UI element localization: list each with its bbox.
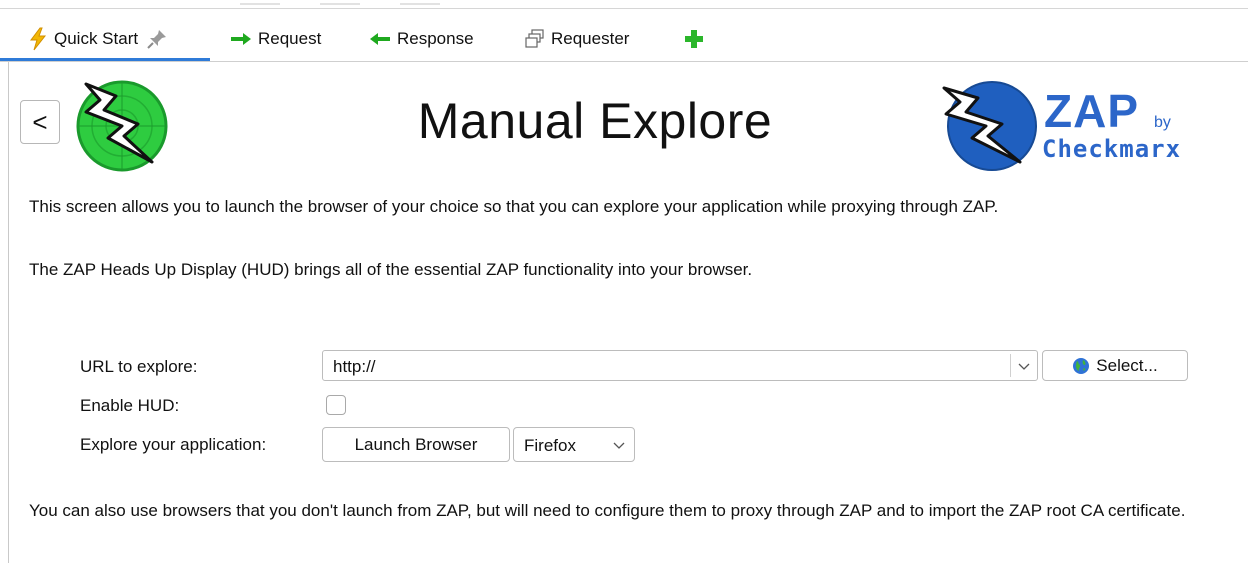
add-tab-button[interactable] (684, 18, 710, 60)
lightning-icon (28, 27, 48, 51)
tab-label: Requester (551, 29, 630, 48)
tab-requester[interactable]: Requester (525, 18, 629, 60)
top-separator (400, 3, 440, 5)
windows-icon (525, 29, 545, 49)
brand-by: by (1154, 114, 1171, 131)
tab-label: Quick Start (54, 29, 139, 48)
panel-border (8, 62, 9, 563)
browser-value: Firefox (524, 436, 576, 455)
top-separator (240, 3, 280, 5)
tab-bar-divider (0, 61, 1248, 62)
tab-label: Request (258, 29, 322, 48)
footer-text: You can also use browsers that you don't… (29, 501, 1186, 520)
select-url-button[interactable]: Select... (1042, 350, 1188, 381)
tab-request[interactable]: Request (230, 18, 321, 60)
brand-zap: ZAP (1044, 85, 1139, 137)
pin-icon[interactable] (146, 28, 168, 50)
enable-hud-checkbox[interactable] (326, 395, 346, 415)
select-label: Select... (1096, 355, 1158, 375)
url-input[interactable]: http:// (322, 350, 1038, 381)
url-label: URL to explore: (80, 357, 198, 376)
tab-label: Response (397, 29, 474, 48)
hud-label: Enable HUD: (80, 396, 180, 415)
intro-text: This screen allows you to launch the bro… (29, 197, 999, 216)
plus-icon (684, 29, 704, 49)
chevron-down-icon (612, 439, 626, 458)
page-title: Manual Explore (417, 93, 773, 149)
globe-icon (1072, 357, 1090, 375)
tab-quick-start[interactable]: Quick Start (28, 18, 168, 60)
window-top-border (0, 8, 1248, 9)
explore-label: Explore your application: (80, 435, 267, 454)
tab-response[interactable]: Response (369, 18, 474, 60)
arrow-left-icon (369, 32, 391, 46)
browser-select[interactable]: Firefox (513, 427, 635, 462)
zap-radar-logo-icon (64, 76, 174, 177)
hud-text: The ZAP Heads Up Display (HUD) brings al… (29, 260, 753, 279)
zap-logo-icon (938, 78, 1042, 179)
tab-bar: Quick Start Request Response Requester (0, 18, 1248, 61)
top-separator (320, 3, 360, 5)
url-value[interactable]: http:// (333, 357, 376, 377)
launch-browser-button[interactable]: Launch Browser (322, 427, 510, 462)
brand-company: Checkmarx (1042, 135, 1182, 163)
arrow-right-icon (230, 32, 252, 46)
chevron-down-icon[interactable] (1017, 359, 1031, 378)
back-button[interactable]: < (20, 100, 60, 144)
url-divider (1010, 354, 1011, 377)
